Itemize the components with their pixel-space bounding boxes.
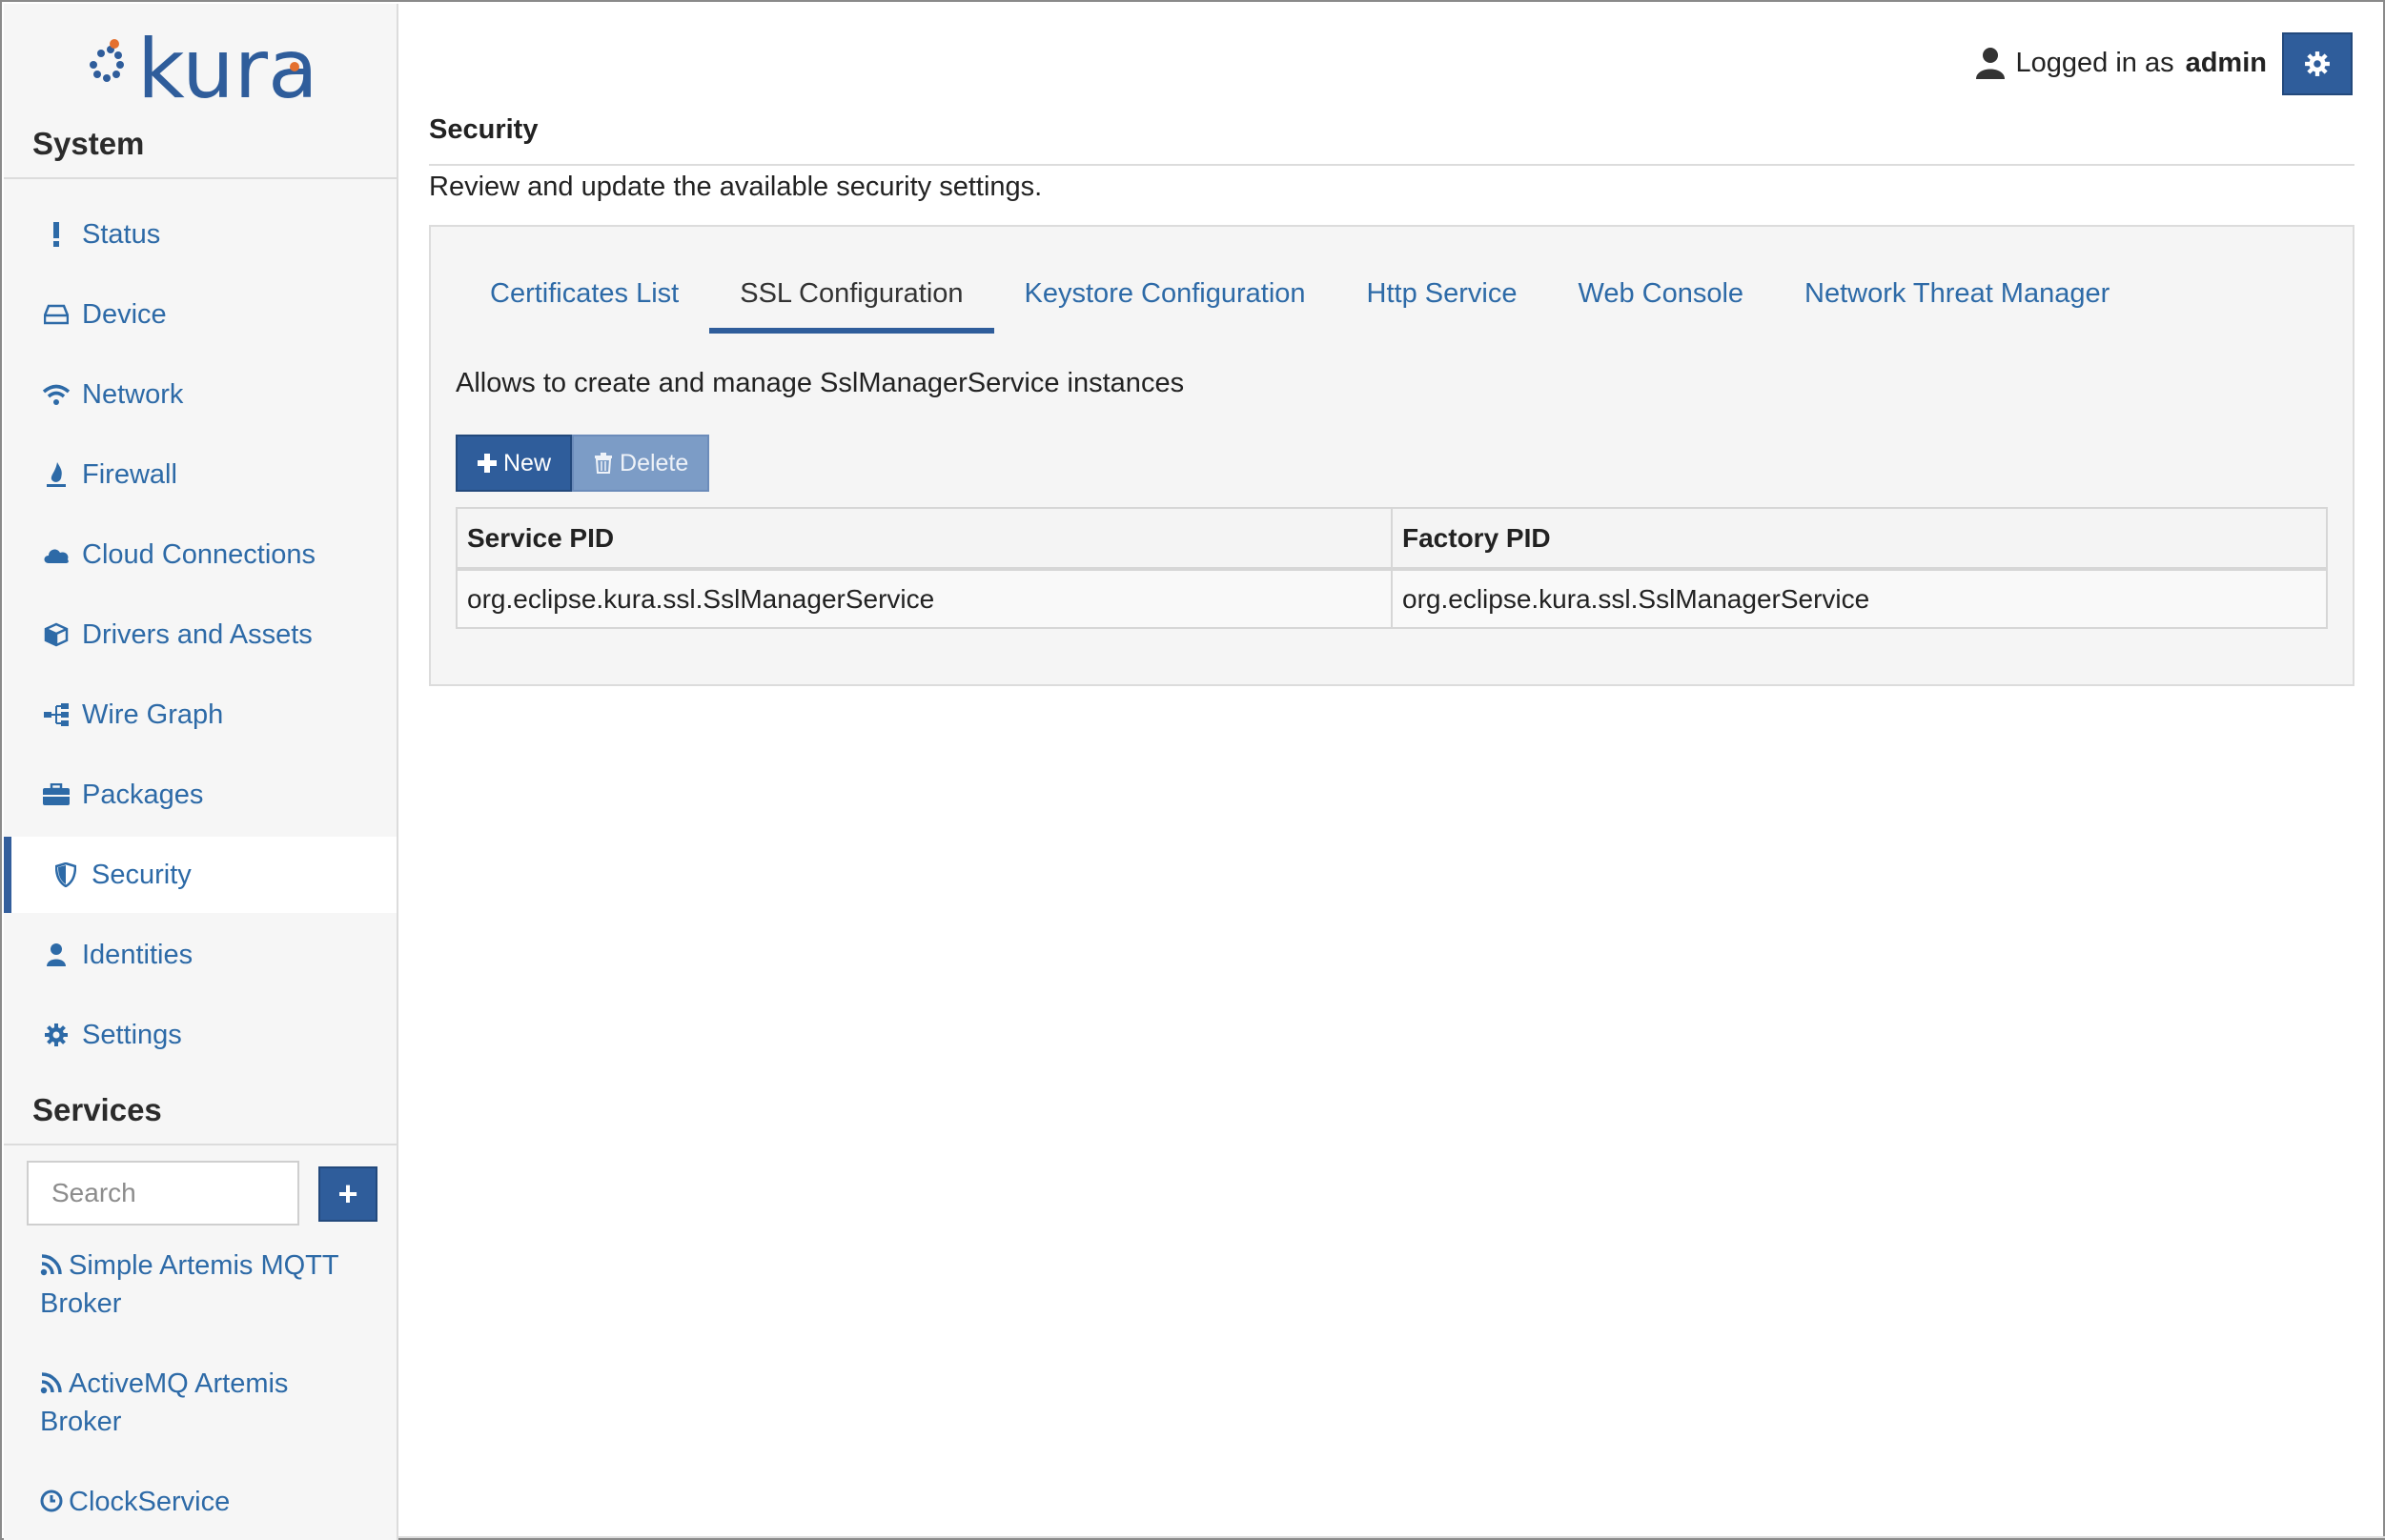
new-button-label: New	[503, 449, 552, 476]
services-section-title: Services	[32, 1092, 162, 1127]
rss-icon	[40, 1248, 63, 1276]
divider	[4, 177, 397, 179]
user-icon	[40, 939, 72, 971]
service-pid-cell: org.eclipse.kura.ssl.SslManagerService	[456, 568, 1393, 629]
divider	[4, 1144, 397, 1145]
sidebar-item-label: Security	[92, 859, 192, 890]
rss-icon	[40, 1367, 63, 1394]
fire-icon	[40, 458, 72, 491]
sidebar-item-device[interactable]: Device	[4, 276, 397, 353]
tab-network-threat-manager[interactable]: Network Threat Manager	[1774, 253, 2140, 334]
panel-description: Allows to create and manage SslManagerSe…	[456, 368, 1185, 398]
service-item-label: ClockService	[69, 1487, 231, 1517]
sidebar-item-label: Cloud Connections	[82, 538, 316, 570]
tab-ssl-configuration[interactable]: SSL Configuration	[709, 253, 994, 334]
clock-icon	[40, 1485, 63, 1512]
sidebar-item-status[interactable]: Status	[4, 196, 397, 273]
tab-bar: Certificates List SSL Configuration Keys…	[459, 253, 2140, 334]
sidebar: kura System Status Device Network Firewa…	[4, 4, 398, 1540]
tab-http-service[interactable]: Http Service	[1336, 253, 1548, 334]
sidebar-item-label: Identities	[82, 939, 194, 970]
sidebar-item-security[interactable]: Security	[4, 837, 397, 913]
sidebar-item-identities[interactable]: Identities	[4, 917, 397, 993]
logged-in-user: Logged in as admin	[1974, 42, 2267, 84]
sitemap-icon	[40, 699, 72, 731]
kura-logo: kura	[90, 23, 318, 109]
page-description: Review and update the available security…	[429, 172, 1043, 202]
user-icon	[1975, 48, 2005, 79]
gear-icon	[40, 1019, 72, 1051]
sidebar-item-label: Packages	[82, 779, 204, 810]
service-search-input[interactable]	[27, 1161, 299, 1226]
sidebar-item-cloud-connections[interactable]: Cloud Connections	[4, 517, 397, 593]
divider	[398, 1536, 2385, 1538]
tab-web-console[interactable]: Web Console	[1547, 253, 1774, 334]
sidebar-item-wire-graph[interactable]: Wire Graph	[4, 677, 397, 753]
ssl-services-table: Service PID Factory PID org.eclipse.kura…	[456, 507, 2328, 629]
gear-icon	[2305, 51, 2330, 76]
sidebar-item-label: Settings	[82, 1019, 182, 1050]
sidebar-item-packages[interactable]: Packages	[4, 757, 397, 833]
factory-pid-cell: org.eclipse.kura.ssl.SslManagerService	[1391, 568, 2328, 629]
tab-keystore-configuration[interactable]: Keystore Configuration	[994, 253, 1336, 334]
column-header-service-pid[interactable]: Service PID	[456, 507, 1393, 571]
new-button[interactable]: New	[456, 435, 573, 492]
add-service-button[interactable]: +	[318, 1166, 377, 1222]
sidebar-item-label: Firewall	[82, 458, 177, 490]
table-row[interactable]: org.eclipse.kura.ssl.SslManagerService o…	[456, 568, 2328, 629]
sidebar-item-settings[interactable]: Settings	[4, 997, 397, 1073]
sidebar-item-label: Device	[82, 298, 167, 330]
security-panel: Certificates List SSL Configuration Keys…	[429, 225, 2354, 686]
cube-icon	[40, 618, 72, 651]
hdd-icon	[40, 298, 72, 331]
app-window: kura System Status Device Network Firewa…	[0, 0, 2385, 1540]
system-section-title: System	[32, 126, 145, 161]
delete-button[interactable]: Delete	[572, 435, 710, 492]
sidebar-item-drivers-and-assets[interactable]: Drivers and Assets	[4, 597, 397, 673]
service-item-simple-artemis-mqtt-broker[interactable]: Simple Artemis MQTT Broker	[40, 1246, 364, 1323]
sidebar-item-network[interactable]: Network	[4, 356, 397, 433]
service-item-clockservice[interactable]: ClockService	[40, 1483, 364, 1521]
exclamation-icon	[40, 218, 72, 251]
sidebar-item-label: Wire Graph	[82, 699, 224, 730]
table-header-row: Service PID Factory PID	[456, 507, 2328, 571]
logged-in-label: Logged in as	[2015, 47, 2174, 78]
cloud-icon	[40, 538, 72, 571]
tab-certificates-list[interactable]: Certificates List	[459, 253, 709, 334]
service-item-activemq-artemis-broker[interactable]: ActiveMQ Artemis Broker	[40, 1365, 364, 1441]
sidebar-item-firewall[interactable]: Firewall	[4, 436, 397, 513]
service-item-label: ActiveMQ Artemis Broker	[40, 1368, 289, 1437]
action-buttons: New Delete	[456, 435, 710, 492]
service-item-label: Simple Artemis MQTT Broker	[40, 1250, 339, 1319]
settings-button[interactable]	[2282, 32, 2353, 95]
briefcase-icon	[40, 779, 72, 811]
divider	[429, 164, 2354, 166]
delete-button-label: Delete	[620, 449, 689, 476]
username: admin	[2185, 47, 2267, 78]
sidebar-item-label: Drivers and Assets	[82, 618, 313, 650]
shield-icon	[50, 859, 82, 891]
sidebar-item-label: Status	[82, 218, 161, 250]
column-header-factory-pid[interactable]: Factory PID	[1391, 507, 2328, 571]
page-title: Security	[429, 114, 539, 145]
sidebar-item-label: Network	[82, 378, 184, 410]
trash-icon	[595, 453, 613, 474]
plus-icon	[478, 454, 497, 473]
wifi-icon	[40, 378, 72, 411]
